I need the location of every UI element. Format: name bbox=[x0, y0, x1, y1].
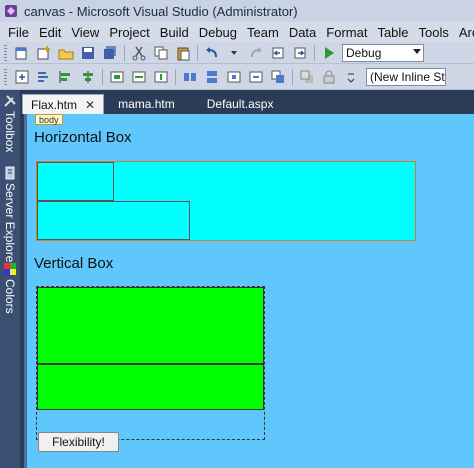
vertical-spacing-icon[interactable] bbox=[203, 69, 221, 85]
center-horizontally-icon[interactable] bbox=[225, 69, 243, 85]
server-explorer-panel-tab[interactable]: Server Explorer bbox=[2, 166, 18, 266]
menu-edit[interactable]: Edit bbox=[35, 25, 67, 40]
horizontal-box-heading: Horizontal Box bbox=[34, 129, 132, 146]
horizontal-box-child-1[interactable] bbox=[37, 162, 114, 201]
undo-icon[interactable] bbox=[203, 45, 221, 61]
make-same-size-icon[interactable] bbox=[108, 69, 126, 85]
visual-studio-icon bbox=[5, 5, 17, 17]
align-center-icon[interactable] bbox=[79, 69, 97, 85]
menu-bar: File Edit View Project Build Debug Team … bbox=[0, 22, 474, 42]
tab-flax-htm[interactable]: Flax.htm ✕ bbox=[22, 94, 105, 114]
formatting-toolbar: (New Inline Sty bbox=[0, 64, 474, 90]
chevron-down-icon bbox=[413, 48, 421, 54]
side-panel-strip: Toolbox Server Explorer Colors bbox=[0, 90, 20, 468]
tab-label: mama.htm bbox=[118, 97, 175, 111]
bring-to-front-icon[interactable] bbox=[269, 69, 287, 85]
tab-default-aspx[interactable]: Default.aspx bbox=[199, 94, 282, 114]
make-same-height-icon[interactable] bbox=[152, 69, 170, 85]
vertical-box-child-1[interactable] bbox=[37, 287, 264, 364]
copy-icon[interactable] bbox=[152, 45, 170, 61]
menu-project[interactable]: Project bbox=[105, 25, 155, 40]
menu-debug[interactable]: Debug bbox=[195, 25, 243, 40]
separator bbox=[314, 44, 315, 61]
tab-mama-htm[interactable]: mama.htm bbox=[110, 94, 183, 114]
start-debugging-icon[interactable] bbox=[320, 45, 338, 61]
design-surface[interactable]: body Horizontal Box Vertical Box Flexibi… bbox=[24, 114, 474, 468]
tab-order-icon[interactable] bbox=[35, 69, 53, 85]
menu-architecture[interactable]: Arch bbox=[455, 25, 474, 40]
separator bbox=[292, 68, 293, 85]
make-same-width-icon[interactable] bbox=[130, 69, 148, 85]
flexibility-button[interactable]: Flexibility! bbox=[38, 432, 119, 452]
separator bbox=[175, 68, 176, 85]
toolbox-panel-tab[interactable]: Toolbox bbox=[2, 94, 18, 152]
target-rule-combo[interactable]: (New Inline Sty bbox=[366, 67, 446, 86]
solution-configuration-combo[interactable]: Debug bbox=[342, 43, 424, 62]
undo-dropdown-icon[interactable] bbox=[225, 45, 243, 61]
redo-icon[interactable] bbox=[247, 45, 265, 61]
horizontal-box-container[interactable] bbox=[36, 161, 416, 241]
vertical-box-container[interactable] bbox=[36, 286, 265, 440]
menu-team[interactable]: Team bbox=[243, 25, 285, 40]
toolbar-grip[interactable] bbox=[4, 68, 7, 85]
menu-table[interactable]: Table bbox=[373, 25, 414, 40]
separator bbox=[124, 44, 125, 61]
title-bar: canvas - Microsoft Visual Studio (Admini… bbox=[0, 0, 474, 22]
send-to-back-icon[interactable] bbox=[298, 69, 316, 85]
server-explorer-label: Server Explorer bbox=[3, 183, 17, 267]
document-tab-strip: Flax.htm ✕ mama.htm Default.aspx bbox=[22, 92, 474, 114]
menu-tools[interactable]: Tools bbox=[415, 25, 455, 40]
save-icon[interactable] bbox=[79, 45, 97, 61]
target-rule-value: (New Inline Sty bbox=[370, 69, 445, 84]
close-icon[interactable]: ✕ bbox=[85, 98, 95, 112]
menu-format[interactable]: Format bbox=[322, 25, 373, 40]
toolbar-grip[interactable] bbox=[4, 44, 7, 61]
lock-element-icon[interactable] bbox=[320, 69, 338, 85]
paste-icon[interactable] bbox=[174, 45, 192, 61]
toolbox-options-icon[interactable] bbox=[13, 69, 31, 85]
horizontal-box-child-2[interactable] bbox=[37, 201, 190, 240]
colors-panel-tab[interactable]: Colors bbox=[2, 262, 18, 314]
toolbar-overflow-icon[interactable] bbox=[342, 69, 360, 85]
window-title: canvas - Microsoft Visual Studio (Admini… bbox=[24, 3, 298, 19]
add-item-icon[interactable] bbox=[35, 45, 53, 61]
cut-icon[interactable] bbox=[130, 45, 148, 61]
save-all-icon[interactable] bbox=[101, 45, 119, 61]
separator bbox=[197, 44, 198, 61]
vertical-box-heading: Vertical Box bbox=[34, 255, 114, 272]
separator bbox=[102, 68, 103, 85]
server-explorer-icon bbox=[5, 166, 15, 180]
toolbox-label: Toolbox bbox=[3, 111, 17, 153]
new-project-icon[interactable] bbox=[13, 45, 31, 61]
tab-label: Default.aspx bbox=[206, 97, 274, 111]
menu-view[interactable]: View bbox=[67, 25, 105, 40]
navigate-backward-icon[interactable] bbox=[269, 45, 287, 61]
menu-data[interactable]: Data bbox=[285, 25, 322, 40]
vertical-box-child-2[interactable] bbox=[37, 364, 264, 410]
colors-icon bbox=[4, 263, 16, 275]
standard-toolbar: Debug bbox=[0, 42, 474, 64]
horizontal-spacing-icon[interactable] bbox=[181, 69, 199, 85]
center-vertically-icon[interactable] bbox=[247, 69, 265, 85]
tab-label: Flax.htm bbox=[31, 97, 78, 112]
menu-file[interactable]: File bbox=[4, 25, 35, 40]
colors-label: Colors bbox=[3, 279, 17, 314]
body-tag-label[interactable]: body bbox=[35, 114, 63, 125]
align-left-icon[interactable] bbox=[57, 69, 75, 85]
open-folder-icon[interactable] bbox=[57, 45, 75, 61]
navigate-forward-icon[interactable] bbox=[291, 45, 309, 61]
toolbox-icon bbox=[4, 95, 16, 107]
solution-configuration-value: Debug bbox=[346, 45, 382, 60]
menu-build[interactable]: Build bbox=[156, 25, 195, 40]
